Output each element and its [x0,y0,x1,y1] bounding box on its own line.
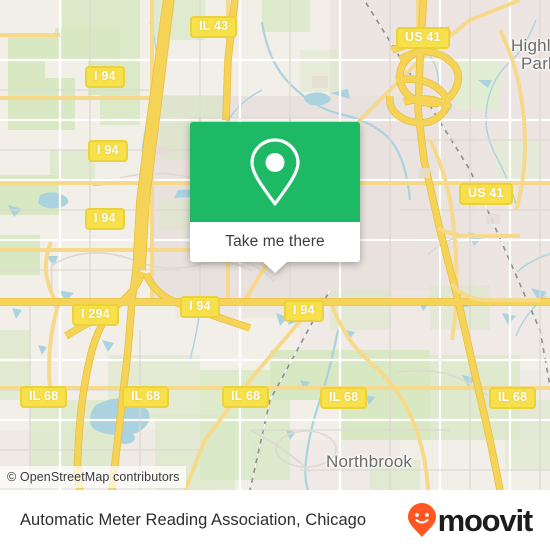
location-popup-card[interactable]: Take me there [190,122,360,273]
highway-shield: IL 68 [222,386,270,408]
take-me-there-label: Take me there [225,233,325,250]
highway-shield: US 41 [396,27,450,49]
moovit-wordmark: moovit [437,502,534,538]
footer-bar: Automatic Meter Reading Association, Chi… [0,490,550,550]
place-title: Automatic Meter Reading Association, Chi… [20,510,367,529]
map-page: .rd { fill:none; stroke:#f7d98c; stroke-… [0,0,550,550]
highway-shield: I 94 [85,66,125,88]
highway-shield: I 94 [88,140,128,162]
highway-shield: IL 43 [190,16,238,38]
moovit-pin-icon [407,503,436,537]
highway-shield: I 94 [85,208,125,230]
highway-shield: US 41 [459,183,513,205]
highway-shield: IL 68 [20,386,68,408]
highway-shield: I 294 [72,304,119,326]
highway-shield: I 94 [284,300,324,322]
map-pin-icon [250,138,300,206]
highway-shield: I 94 [180,296,220,318]
popup-marker-area [190,122,360,222]
highway-shield: IL 68 [320,387,368,409]
popup-action-bar[interactable]: Take me there [190,222,360,273]
moovit-logo[interactable]: moovit [407,502,534,538]
place-label: Northbrook [326,452,413,471]
highway-shield: IL 68 [122,386,170,408]
place-label: Park [521,54,550,73]
place-label: Highland [511,36,550,55]
popup-pointer-tail [263,262,287,273]
osm-attribution[interactable]: © OpenStreetMap contributors [0,466,186,488]
highway-shield: IL 68 [489,387,537,409]
